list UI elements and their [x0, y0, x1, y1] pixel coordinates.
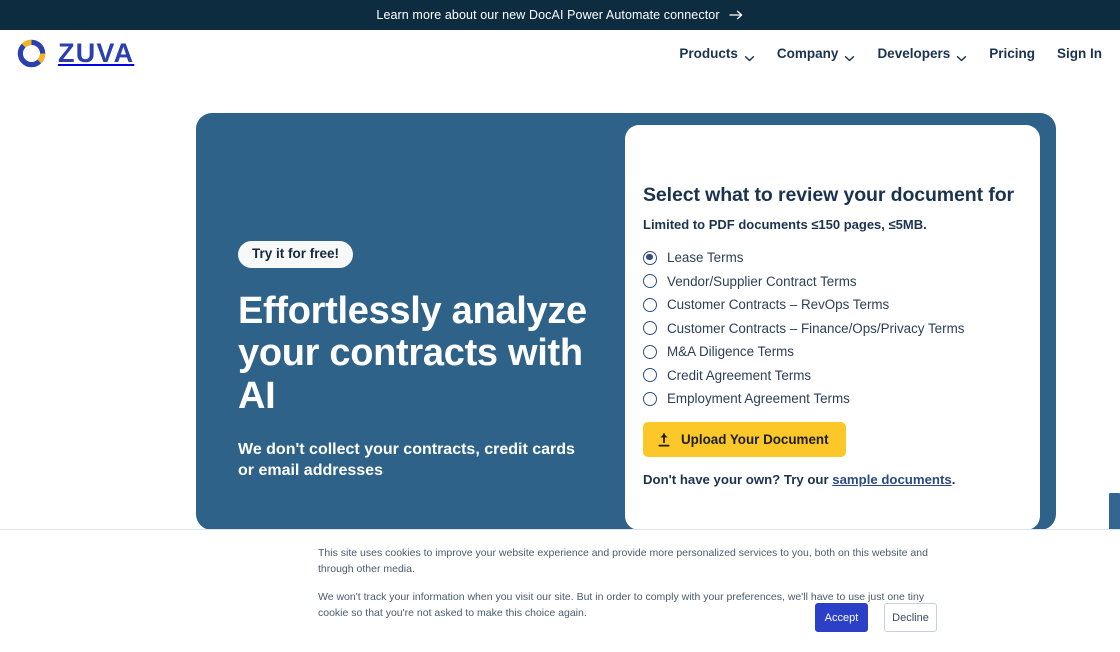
hero-title: Effortlessly analyze your contracts with…: [238, 289, 587, 417]
upload-document-button[interactable]: Upload Your Document: [643, 422, 846, 457]
chevron-down-icon: [956, 50, 967, 62]
card-title: Select what to review your document for: [643, 184, 1015, 206]
radio-option-credit-agreement[interactable]: Credit Agreement Terms: [643, 368, 1040, 383]
sample-documents-link[interactable]: sample documents: [832, 472, 951, 487]
page-scrollbar-thumb[interactable]: [1109, 493, 1120, 530]
radio-option-customer-finance-ops-privacy[interactable]: Customer Contracts – Finance/Ops/Privacy…: [643, 321, 1040, 336]
radio-indicator[interactable]: [643, 250, 657, 265]
cookie-actions: Accept Decline: [815, 603, 937, 632]
nav-item-products[interactable]: Products: [679, 46, 755, 62]
radio-indicator[interactable]: [643, 297, 657, 312]
radio-indicator[interactable]: [643, 321, 657, 335]
nav-label: Company: [776, 46, 839, 61]
logo-wordmark: ZUVA: [58, 38, 135, 68]
accept-cookies-button[interactable]: Accept: [815, 603, 868, 632]
radio-label: M&A Diligence Terms: [667, 344, 795, 359]
announcement-text: Learn more about our new DocAI Power Aut…: [376, 8, 720, 22]
radio-indicator[interactable]: [643, 391, 657, 406]
review-type-radio-group: Lease Terms Vendor/Supplier Contract Ter…: [643, 250, 1040, 406]
nav-label: Pricing: [989, 46, 1035, 61]
logo-link[interactable]: ZUVA: [16, 38, 134, 69]
radio-indicator[interactable]: [643, 274, 657, 288]
announcement-bar: Learn more about our new DocAI Power Aut…: [0, 0, 1120, 30]
radio-label: Lease Terms: [667, 250, 744, 265]
hero-subtitle: We don't collect your contracts, credit …: [238, 441, 575, 479]
radio-option-vendor-supplier[interactable]: Vendor/Supplier Contract Terms: [643, 274, 1040, 289]
upload-button-label: Upload Your Document: [681, 432, 829, 447]
hero-copy: Try it for free! Effortlessly analyze yo…: [238, 241, 588, 482]
page-root: Learn more about our new DocAI Power Aut…: [0, 0, 1120, 652]
chevron-down-icon: [744, 50, 755, 62]
radio-indicator[interactable]: [643, 368, 657, 382]
radio-option-ma-diligence[interactable]: M&A Diligence Terms: [643, 344, 1040, 359]
radio-label: Customer Contracts – RevOps Terms: [667, 297, 890, 312]
try-free-badge: Try it for free!: [238, 241, 354, 268]
nav-item-company[interactable]: Company: [776, 46, 856, 62]
sample-suffix: .: [951, 472, 956, 487]
nav-item-developers[interactable]: Developers: [877, 46, 967, 62]
radio-label: Vendor/Supplier Contract Terms: [667, 273, 857, 289]
radio-label: Credit Agreement Terms: [667, 367, 812, 383]
announcement-link[interactable]: Learn more about our new DocAI Power Aut…: [376, 8, 743, 22]
radio-option-employment-agreement[interactable]: Employment Agreement Terms: [643, 391, 1040, 406]
radio-label: Customer Contracts – Finance/Ops/Privacy…: [667, 320, 965, 336]
document-review-card: Select what to review your document for …: [625, 125, 1040, 530]
decline-cookies-button[interactable]: Decline: [884, 603, 937, 632]
main-nav: Products Company Developers Pricing Sign…: [679, 46, 1102, 62]
nav-item-sign-in[interactable]: Sign In: [1057, 46, 1102, 61]
nav-item-pricing[interactable]: Pricing: [989, 46, 1035, 61]
sample-documents-line: Don't have your own? Try our sample docu…: [643, 472, 1040, 487]
sample-prefix: Don't have your own? Try our: [643, 472, 833, 487]
cookie-consent-banner: This site uses cookies to improve your w…: [0, 529, 1120, 652]
arrow-right-icon: [728, 9, 744, 21]
radio-indicator[interactable]: [643, 344, 657, 359]
radio-label: Employment Agreement Terms: [667, 391, 850, 406]
upload-icon: [658, 432, 670, 447]
cookie-paragraph-1: This site uses cookies to improve your w…: [318, 547, 928, 576]
chevron-down-icon: [844, 50, 855, 62]
zuva-ring-logo-icon: [16, 38, 47, 69]
nav-label: Sign In: [1057, 46, 1102, 61]
nav-label: Developers: [877, 46, 951, 61]
nav-label: Products: [679, 46, 738, 61]
radio-option-customer-revops[interactable]: Customer Contracts – RevOps Terms: [643, 297, 1040, 312]
card-note: Limited to PDF documents ≤150 pages, ≤5M…: [643, 217, 927, 232]
radio-option-lease-terms[interactable]: Lease Terms: [643, 250, 1040, 265]
site-header: ZUVA Products Company Developers Pricing…: [0, 30, 1120, 88]
